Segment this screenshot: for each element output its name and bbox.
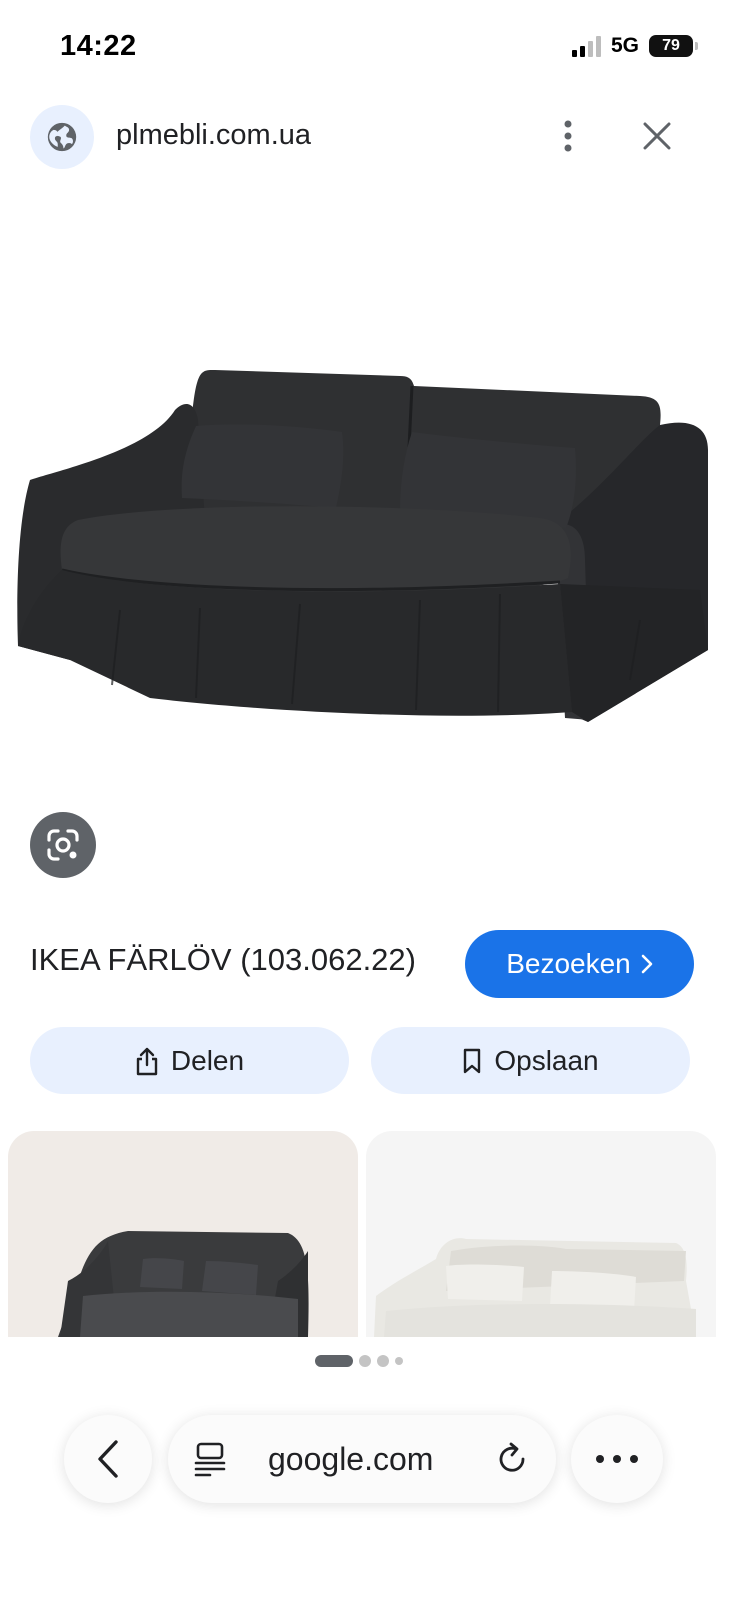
related-image[interactable]	[366, 1131, 716, 1337]
status-time: 14:22	[60, 30, 137, 62]
related-image[interactable]	[8, 1131, 358, 1337]
page-indicator	[315, 1355, 403, 1367]
bookmark-icon	[464, 1048, 481, 1073]
globe-icon	[30, 105, 94, 169]
tabs-icon[interactable]	[192, 1441, 228, 1477]
back-button[interactable]	[64, 1415, 152, 1503]
save-label: Opslaan	[494, 1044, 599, 1076]
url-text[interactable]: google.com	[268, 1441, 433, 1478]
source-header: plmebli.com.ua	[0, 100, 739, 176]
status-bar: 14:22 5G 79	[0, 0, 739, 92]
page-dot	[377, 1355, 389, 1367]
share-label: Delen	[170, 1044, 245, 1076]
close-icon[interactable]	[634, 112, 680, 160]
share-button[interactable]: Delen	[30, 1027, 349, 1094]
share-icon	[136, 1047, 158, 1075]
back-icon	[98, 1440, 118, 1478]
battery-icon: 79	[649, 35, 698, 57]
more-horiz-icon	[596, 1455, 638, 1463]
source-domain[interactable]: plmebli.com.ua	[116, 119, 311, 152]
page-dot-active	[315, 1355, 353, 1367]
reload-icon[interactable]	[494, 1441, 530, 1477]
network-label: 5G	[610, 34, 639, 57]
status-indicators: 5G 79	[571, 34, 698, 58]
page-dot	[359, 1355, 371, 1367]
chevron-right-icon	[641, 954, 653, 974]
signal-icon	[571, 35, 601, 57]
address-bar[interactable]: google.com	[168, 1415, 556, 1503]
visit-button[interactable]: Bezoeken	[465, 930, 694, 998]
battery-level: 79	[662, 37, 680, 54]
page-dot	[395, 1357, 403, 1365]
product-image[interactable]	[0, 190, 739, 800]
save-button[interactable]: Opslaan	[371, 1027, 690, 1094]
more-vert-icon[interactable]	[548, 112, 588, 160]
lens-icon[interactable]	[30, 812, 96, 878]
visit-label: Bezoeken	[506, 948, 631, 979]
more-menu-button[interactable]	[571, 1415, 663, 1503]
product-title: IKEA FÄRLÖV (103.062.22)	[30, 942, 416, 977]
